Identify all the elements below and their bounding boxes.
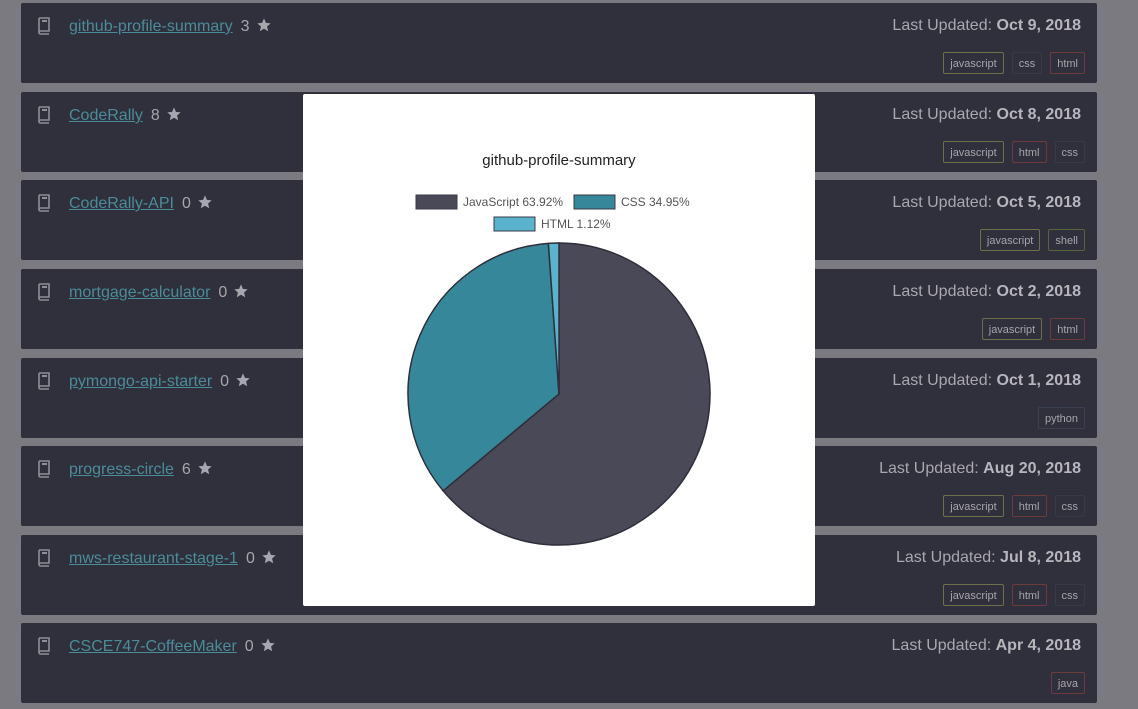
star-count: 0 bbox=[244, 638, 254, 655]
star-count: 3 bbox=[240, 18, 250, 35]
star-count: 0 bbox=[245, 550, 255, 567]
last-updated: Last Updated: Oct 9, 2018 bbox=[892, 17, 1081, 35]
last-updated-label: Last Updated: bbox=[895, 549, 996, 566]
star-icon bbox=[166, 106, 182, 122]
legend-label[interactable]: CSS 34.95% bbox=[621, 195, 690, 209]
language-tag[interactable]: javascript bbox=[943, 141, 1004, 163]
legend-label[interactable]: HTML 1.12% bbox=[541, 217, 611, 231]
last-updated-label: Last Updated: bbox=[892, 283, 993, 300]
language-tags: javascript css html bbox=[943, 52, 1085, 74]
language-tag[interactable]: html bbox=[1050, 52, 1085, 74]
book-icon bbox=[37, 283, 51, 301]
star-count: 8 bbox=[150, 107, 160, 124]
last-updated-date: Oct 2, 2018 bbox=[996, 283, 1082, 300]
last-updated-date: Apr 4, 2018 bbox=[995, 637, 1081, 654]
language-tag[interactable]: html bbox=[1011, 141, 1047, 163]
book-icon bbox=[37, 106, 51, 124]
last-updated-date: Oct 1, 2018 bbox=[996, 372, 1082, 389]
last-updated-date: Jul 8, 2018 bbox=[1000, 549, 1081, 566]
language-tag[interactable]: javascript bbox=[981, 318, 1043, 340]
last-updated: Last Updated: Jul 8, 2018 bbox=[896, 549, 1081, 567]
last-updated-date: Oct 9, 2018 bbox=[996, 17, 1082, 34]
repo-card: CSCE747-CoffeeMaker 0 Last Updated: Apr 4,… bbox=[21, 623, 1097, 703]
language-tag[interactable]: javascript bbox=[943, 584, 1004, 606]
repo-name-link[interactable]: mortgage-calculator bbox=[69, 284, 210, 301]
last-updated-label: Last Updated: bbox=[891, 637, 992, 654]
repo-name-link[interactable]: progress-circle bbox=[69, 461, 174, 478]
star-icon bbox=[261, 549, 277, 565]
language-tag[interactable]: javascript bbox=[943, 495, 1004, 517]
language-tag[interactable]: css bbox=[1054, 584, 1085, 606]
language-tags: javascript html bbox=[981, 318, 1085, 340]
language-tag[interactable]: python bbox=[1037, 407, 1085, 429]
last-updated-label: Last Updated: bbox=[879, 460, 979, 477]
language-tags: javascript shell bbox=[979, 229, 1085, 251]
book-icon bbox=[37, 372, 51, 390]
last-updated-label: Last Updated: bbox=[892, 17, 993, 34]
language-pie-chart: JavaScript 63.92% CSS 34.95% HTML 1.12% bbox=[407, 194, 711, 546]
language-tag[interactable]: html bbox=[1011, 495, 1047, 517]
last-updated: Last Updated: Apr 4, 2018 bbox=[892, 637, 1081, 655]
language-tags: java bbox=[1050, 672, 1085, 694]
language-tags: python bbox=[1037, 407, 1085, 429]
book-icon bbox=[37, 17, 51, 35]
language-chart-modal: github-profile-summary JavaScript 63.92%… bbox=[303, 94, 815, 606]
repo-name-link[interactable]: github-profile-summary bbox=[69, 18, 233, 35]
star-count: 6 bbox=[181, 461, 191, 478]
last-updated-date: Oct 8, 2018 bbox=[996, 106, 1082, 123]
star-icon bbox=[197, 194, 213, 210]
last-updated-date: Oct 5, 2018 bbox=[996, 194, 1082, 211]
language-tag[interactable]: java bbox=[1050, 672, 1085, 694]
language-tag[interactable]: html bbox=[1011, 584, 1047, 606]
star-icon bbox=[256, 17, 272, 33]
last-updated-label: Last Updated: bbox=[892, 106, 993, 123]
repo-name-link[interactable]: pymongo-api-starter bbox=[69, 373, 212, 390]
last-updated: Last Updated: Oct 5, 2018 bbox=[892, 194, 1081, 212]
star-icon bbox=[197, 460, 213, 476]
repo-name-link[interactable]: CSCE747-CoffeeMaker bbox=[69, 638, 237, 655]
star-count: 0 bbox=[181, 195, 191, 212]
language-tag[interactable]: javascript bbox=[943, 52, 1004, 74]
language-tags: javascript html css bbox=[943, 495, 1085, 517]
legend-swatch[interactable] bbox=[415, 194, 458, 210]
legend-swatch[interactable] bbox=[493, 216, 536, 232]
language-tag[interactable]: css bbox=[1011, 52, 1043, 74]
language-tag[interactable]: css bbox=[1054, 141, 1085, 163]
language-tag[interactable]: javascript bbox=[979, 229, 1041, 251]
star-count: 0 bbox=[218, 284, 228, 301]
repo-card: github-profile-summary 3 Last Updated: Oct… bbox=[21, 3, 1097, 83]
language-tag[interactable]: shell bbox=[1048, 229, 1085, 251]
repo-name-link[interactable]: mws-restaurant-stage-1 bbox=[69, 550, 238, 567]
last-updated: Last Updated: Oct 1, 2018 bbox=[892, 372, 1081, 390]
book-icon bbox=[37, 194, 51, 212]
repo-name-link[interactable]: CodeRally bbox=[69, 107, 143, 124]
legend-swatch[interactable] bbox=[573, 194, 616, 210]
star-count: 0 bbox=[220, 373, 230, 390]
book-icon bbox=[37, 549, 51, 567]
book-icon bbox=[37, 460, 51, 478]
last-updated: Last Updated: Aug 20, 2018 bbox=[879, 460, 1081, 478]
last-updated-label: Last Updated: bbox=[892, 372, 993, 389]
star-icon bbox=[235, 372, 251, 388]
book-icon bbox=[37, 637, 51, 655]
last-updated-label: Last Updated: bbox=[892, 194, 993, 211]
language-tags: javascript html css bbox=[943, 584, 1085, 606]
repo-name-link[interactable]: CodeRally-API bbox=[69, 195, 174, 212]
last-updated: Last Updated: Oct 8, 2018 bbox=[892, 106, 1081, 124]
star-icon bbox=[260, 637, 276, 653]
legend-label[interactable]: JavaScript 63.92% bbox=[463, 195, 563, 209]
language-tags: javascript html css bbox=[943, 141, 1085, 163]
last-updated: Last Updated: Oct 2, 2018 bbox=[892, 283, 1081, 301]
language-tag[interactable]: html bbox=[1050, 318, 1085, 340]
last-updated-date: Aug 20, 2018 bbox=[983, 460, 1081, 477]
star-icon bbox=[233, 283, 249, 299]
language-tag[interactable]: css bbox=[1054, 495, 1085, 517]
